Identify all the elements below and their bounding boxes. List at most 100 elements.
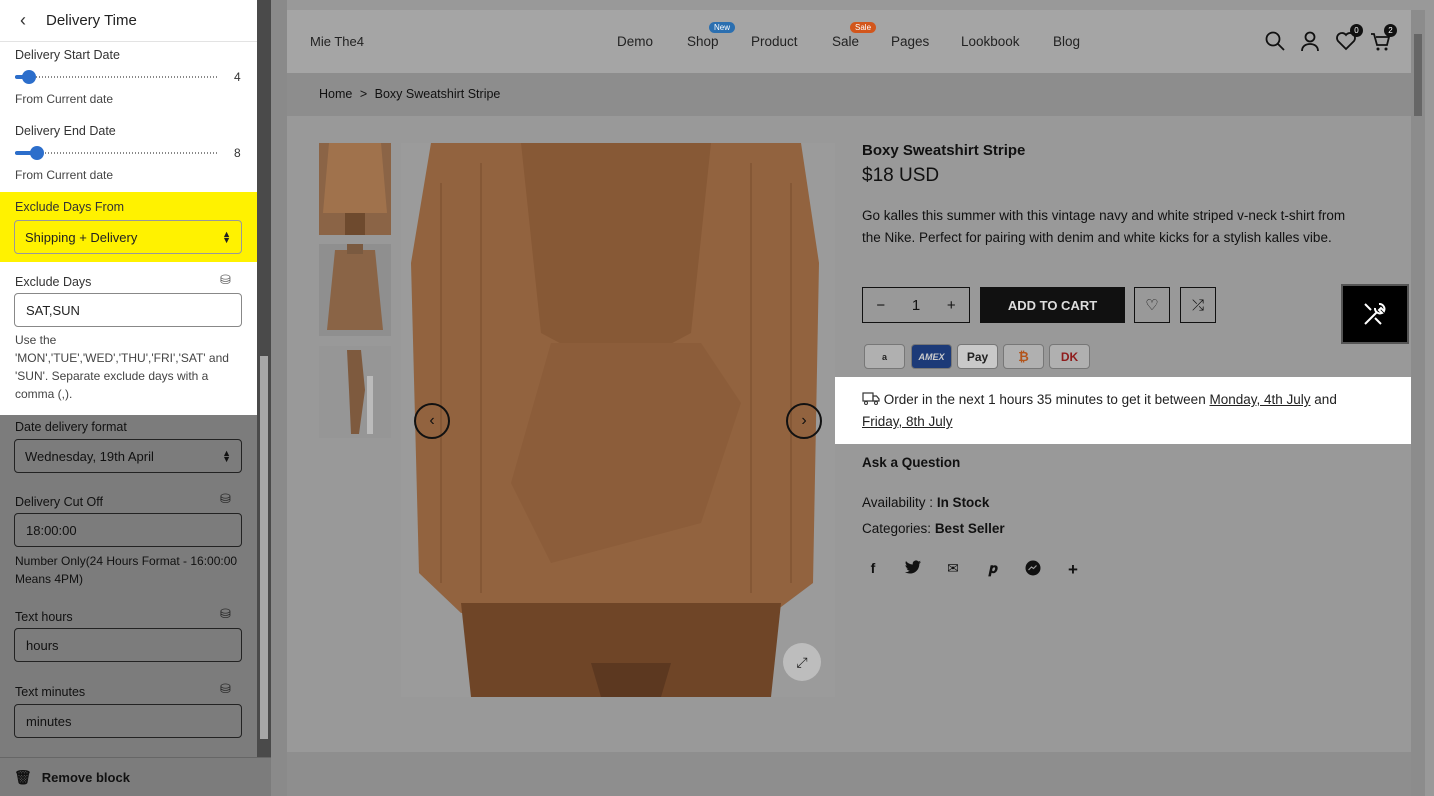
product-thumbnail[interactable] — [319, 244, 391, 336]
exclude-from-value: Shipping + Delivery — [25, 229, 138, 245]
exclude-from-select[interactable]: Shipping + Delivery ▲ ▼ — [14, 220, 242, 254]
slider-track — [15, 152, 217, 154]
remove-block-label: Remove block — [41, 769, 130, 785]
end-date-slider[interactable] — [15, 146, 217, 160]
start-date-value: 4 — [234, 70, 241, 84]
amex-icon: AMEX — [911, 344, 952, 369]
wishlist-icon[interactable]: 0 — [1335, 24, 1363, 52]
availability-row: Availability : In Stock — [862, 495, 989, 510]
dynamic-source-icon[interactable]: ⛁ — [220, 491, 231, 507]
apple-pay-icon: Pay — [957, 344, 998, 369]
bitcoin-icon: ₿ — [1003, 344, 1044, 369]
product-price: $18 USD — [862, 165, 940, 186]
menu-item-demo[interactable]: Demo — [617, 34, 653, 49]
end-date-label: Delivery End Date — [15, 124, 116, 138]
dankort-icon: DK — [1049, 344, 1090, 369]
menu-item-product[interactable]: Product — [751, 34, 798, 49]
sale-badge: Sale — [850, 22, 877, 33]
product-title: Boxy Sweatshirt Stripe — [862, 142, 1026, 159]
breadcrumb: Home > Boxy Sweatshirt Stripe — [287, 73, 1411, 116]
email-icon[interactable]: ✉ — [943, 560, 963, 577]
select-arrows-icon: ▲ ▼ — [222, 229, 231, 245]
add-to-cart-button[interactable]: ADD TO CART — [980, 287, 1125, 323]
text-hours-label: Text hours — [15, 610, 73, 624]
amazon-pay-icon: a — [864, 344, 905, 369]
availability-label: Availability : — [862, 495, 934, 510]
next-image-button[interactable]: › — [786, 403, 822, 439]
messenger-icon[interactable] — [1023, 560, 1043, 579]
quantity-value[interactable]: 1 — [912, 297, 920, 314]
sidebar-title: Delivery Time — [46, 12, 137, 29]
increase-quantity-button[interactable]: + — [947, 297, 956, 314]
product-thumbnail[interactable] — [319, 143, 391, 235]
date-format-value: Wednesday, 19th April — [25, 448, 154, 464]
breadcrumb-current: Boxy Sweatshirt Stripe — [374, 87, 501, 101]
twitter-icon[interactable] — [903, 560, 923, 577]
menu-item-shop[interactable]: Shop New — [687, 22, 736, 49]
search-icon[interactable] — [1264, 30, 1286, 52]
categories-value[interactable]: Best Seller — [935, 521, 1005, 536]
product-main-image[interactable] — [401, 143, 835, 697]
delivery-time-message: Order in the next 1 hours 35 minutes to … — [835, 377, 1411, 444]
text-minutes-input[interactable]: minutes — [14, 704, 242, 738]
date-format-select[interactable]: Wednesday, 19th April ▲ ▼ — [14, 439, 242, 473]
menu-item-sale-label: Sale — [832, 34, 860, 49]
slider-handle[interactable] — [30, 146, 44, 160]
pinterest-icon[interactable]: 𝒑 — [983, 560, 1003, 577]
menu-item-lookbook[interactable]: Lookbook — [961, 34, 1020, 49]
product-thumbnail[interactable] — [319, 346, 391, 438]
end-date-value: 8 — [234, 146, 241, 160]
breadcrumb-home[interactable]: Home — [319, 87, 352, 101]
zoom-expand-icon[interactable]: ⤢ — [783, 643, 821, 681]
trash-icon: 🗑 — [14, 768, 32, 785]
text-minutes-label: Text minutes — [15, 685, 86, 699]
product-description: Go kalles this summer with this vintage … — [862, 208, 1346, 245]
cart-count: 2 — [1384, 24, 1397, 37]
add-to-wishlist-heart-icon[interactable]: ♡ — [1134, 287, 1170, 323]
breadcrumb-separator: > — [359, 87, 368, 101]
cutoff-label: Delivery Cut Off — [15, 495, 103, 509]
ask-question-link[interactable]: Ask a Question — [862, 455, 960, 470]
scrollbar-thumb[interactable] — [1414, 34, 1422, 116]
slider-handle[interactable] — [22, 70, 36, 84]
start-date-label: Delivery Start Date — [15, 48, 120, 62]
compare-shuffle-icon[interactable]: ⤮ — [1180, 287, 1216, 323]
availability-value: In Stock — [936, 495, 990, 510]
exclude-days-label: Exclude Days — [15, 275, 92, 289]
scrollbar-thumb[interactable] — [260, 356, 268, 739]
exclude-days-help: Use the 'MON','TUE','WED','THU','FRI','S… — [15, 333, 229, 401]
cart-icon[interactable]: 2 — [1369, 24, 1397, 52]
end-date-help: From Current date — [15, 168, 114, 182]
store-logo[interactable]: Mie The4 — [310, 34, 364, 49]
delivery-end-date: Friday, 8th July — [862, 414, 953, 429]
store-preview: Mie The4 Demo Shop New Product Sale Sale… — [287, 10, 1411, 752]
categories-label: Categories: — [862, 521, 932, 536]
facebook-icon[interactable]: f — [863, 560, 883, 576]
store-header: Mie The4 Demo Shop New Product Sale Sale… — [287, 10, 1411, 73]
settings-sidebar: ‹ Delivery Time Delivery Start Date 4 Fr… — [0, 0, 257, 757]
new-badge: New — [709, 22, 736, 33]
menu-item-sale[interactable]: Sale Sale — [832, 22, 877, 49]
cutoff-input[interactable]: 18:00:00 — [14, 513, 242, 547]
preview-scrollbar[interactable] — [1411, 10, 1425, 796]
dynamic-source-icon[interactable]: ⛁ — [220, 681, 231, 697]
dynamic-source-icon[interactable]: ⛁ — [220, 606, 231, 622]
account-icon[interactable] — [1299, 30, 1321, 52]
more-share-plus-icon[interactable]: + — [1063, 560, 1083, 580]
exclude-days-input[interactable]: SAT,SUN — [14, 293, 242, 327]
previous-image-button[interactable]: ‹ — [414, 403, 450, 439]
select-arrows-icon: ▲ ▼ — [222, 448, 231, 464]
back-chevron-icon[interactable]: ‹ — [0, 10, 46, 31]
slider-track — [15, 76, 217, 78]
tools-icon[interactable] — [1341, 284, 1409, 344]
start-date-slider[interactable] — [15, 70, 217, 84]
menu-item-blog[interactable]: Blog — [1053, 34, 1080, 49]
remove-block-button[interactable]: 🗑 Remove block — [0, 757, 271, 796]
delivery-and-text: and — [1314, 392, 1337, 407]
quantity-stepper: − 1 + — [862, 287, 970, 323]
menu-item-pages[interactable]: Pages — [891, 34, 929, 49]
decrease-quantity-button[interactable]: − — [876, 297, 885, 314]
text-hours-input[interactable]: hours — [14, 628, 242, 662]
sidebar-scrollbar[interactable] — [257, 0, 271, 757]
dynamic-source-icon[interactable]: ⛁ — [220, 272, 231, 288]
